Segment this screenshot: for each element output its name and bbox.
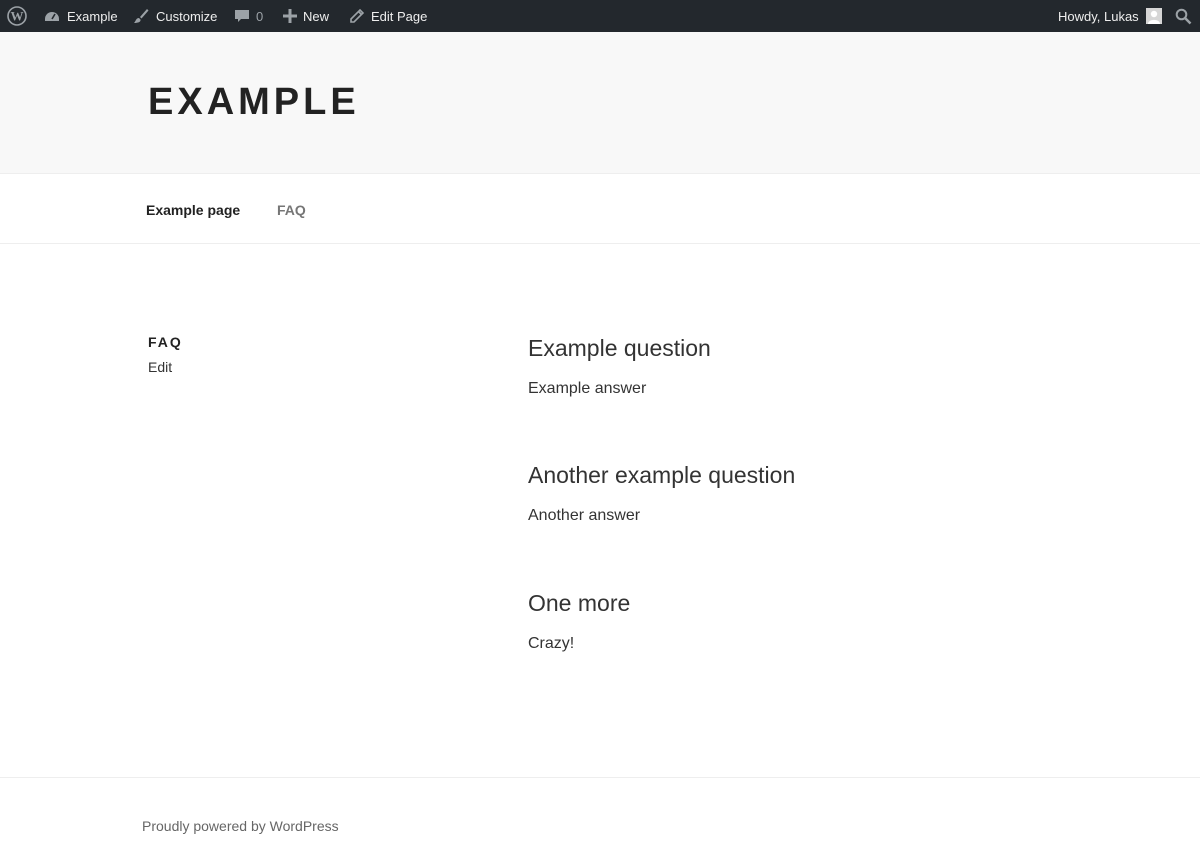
site-name-label: Example <box>67 8 118 24</box>
pencil-icon <box>350 8 365 23</box>
comment-bubble-icon <box>235 10 249 22</box>
powered-by-link[interactable]: Proudly powered by WordPress <box>142 818 339 834</box>
admin-bar: W Example Customize 0 New Edit Page Howd… <box>0 0 1200 32</box>
howdy-label: Howdy, Lukas <box>1058 8 1139 24</box>
comments-link[interactable]: 0 <box>234 0 263 32</box>
faq-item: Example question Example answer <box>528 335 711 398</box>
wordpress-logo-icon[interactable]: W <box>7 0 27 32</box>
site-name-link[interactable]: Example <box>43 0 118 32</box>
new-content-link[interactable]: New <box>283 0 329 32</box>
faq-question: Example question <box>528 335 711 361</box>
svg-text:W: W <box>11 9 24 24</box>
dashboard-icon <box>45 12 59 21</box>
faq-question: One more <box>528 590 631 616</box>
customize-link[interactable]: Customize <box>132 0 217 32</box>
edit-page-label: Edit Page <box>371 8 428 24</box>
faq-answer: Another answer <box>528 507 641 524</box>
nav-item-example-page[interactable]: Example page <box>146 202 240 218</box>
faq-question: Another example question <box>528 462 796 488</box>
search-icon[interactable] <box>1175 0 1192 32</box>
customize-label: Customize <box>156 8 218 24</box>
page-title: FAQ <box>148 334 183 350</box>
main-navigation: Example page FAQ <box>0 173 1200 244</box>
faq-item: Another example question Another answer <box>528 462 795 525</box>
nav-item-faq[interactable]: FAQ <box>277 202 306 218</box>
avatar <box>1145 8 1162 24</box>
footer-divider <box>0 777 1200 778</box>
comments-count: 0 <box>256 8 264 24</box>
faq-answer: Example answer <box>528 380 647 397</box>
edit-page-link[interactable]: Edit Page <box>349 0 427 32</box>
new-label: New <box>303 8 330 24</box>
faq-answer: Crazy! <box>528 635 575 652</box>
edit-link[interactable]: Edit <box>148 359 172 375</box>
plus-icon <box>283 9 297 23</box>
site-header: EXAMPLE <box>0 32 1200 173</box>
my-account-link[interactable]: Howdy, Lukas <box>1058 0 1162 32</box>
faq-item: One more Crazy! <box>528 590 630 653</box>
site-title[interactable]: EXAMPLE <box>148 81 360 124</box>
brush-icon <box>134 9 149 23</box>
